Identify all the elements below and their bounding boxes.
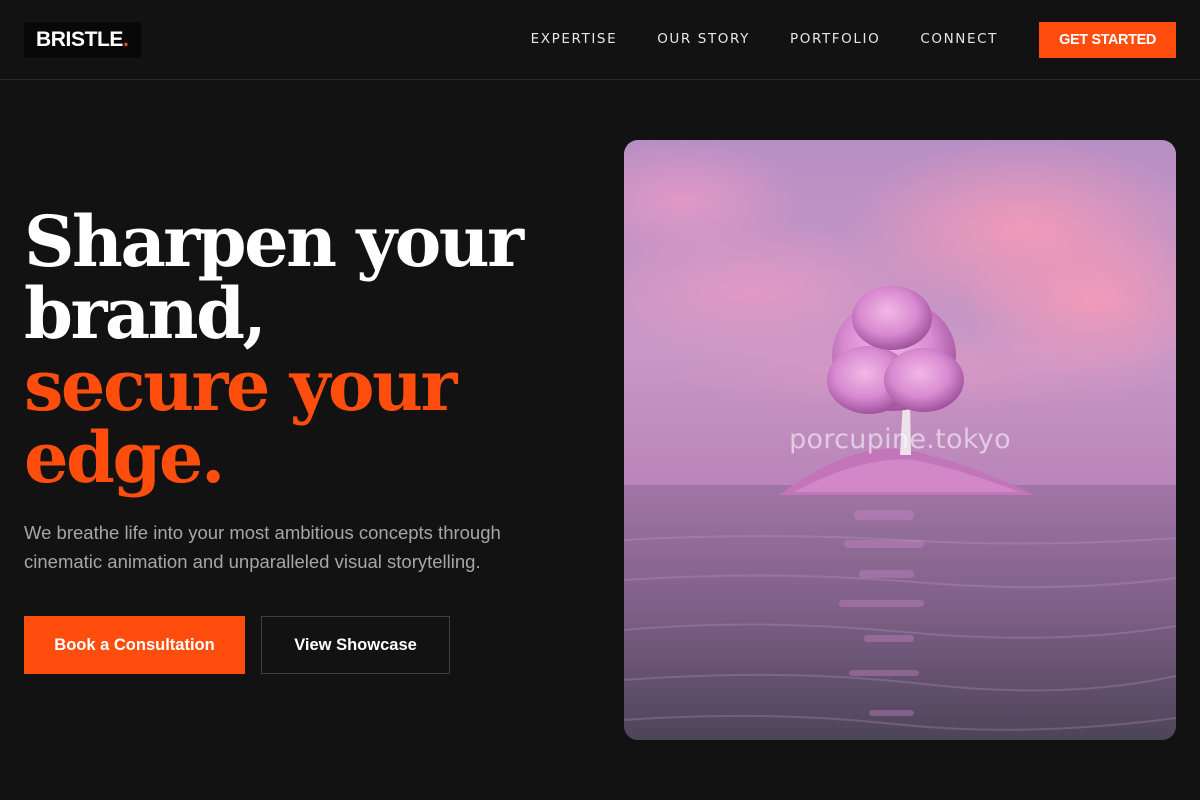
view-showcase-button[interactable]: View Showcase <box>261 616 450 674</box>
hero-subtext: We breathe life into your most ambitious… <box>24 522 501 572</box>
book-consultation-button[interactable]: Book a Consultation <box>24 616 245 674</box>
headline-line: Sharpen your <box>24 200 524 283</box>
nav-item-expertise[interactable]: EXPERTISE <box>531 31 618 47</box>
headline-line: brand, <box>24 272 267 355</box>
get-started-button[interactable]: GET STARTED <box>1039 22 1176 58</box>
main-nav: EXPERTISE OUR STORY PORTFOLIO CONNECT <box>491 0 998 78</box>
headline-accent-line: secure your <box>24 344 457 427</box>
hero-headline: Sharpen your brand, secure your edge. <box>24 200 524 499</box>
landing-page: BRISTLE. EXPERTISE OUR STORY PORTFOLIO C… <box>0 0 1200 800</box>
headline-accent-line: edge. <box>24 416 225 499</box>
brand-name: BRISTLE <box>36 28 124 51</box>
nav-item-connect[interactable]: CONNECT <box>920 31 998 47</box>
hero-image: porcupine.tokyo <box>624 140 1176 740</box>
site-header: BRISTLE. EXPERTISE OUR STORY PORTFOLIO C… <box>0 0 1200 80</box>
nav-item-our-story[interactable]: OUR STORY <box>657 31 750 47</box>
tree-island-illustration <box>624 140 1176 740</box>
brand-dot: . <box>123 28 129 51</box>
nav-item-portfolio[interactable]: PORTFOLIO <box>790 31 880 47</box>
brand-logo[interactable]: BRISTLE. <box>24 22 142 58</box>
